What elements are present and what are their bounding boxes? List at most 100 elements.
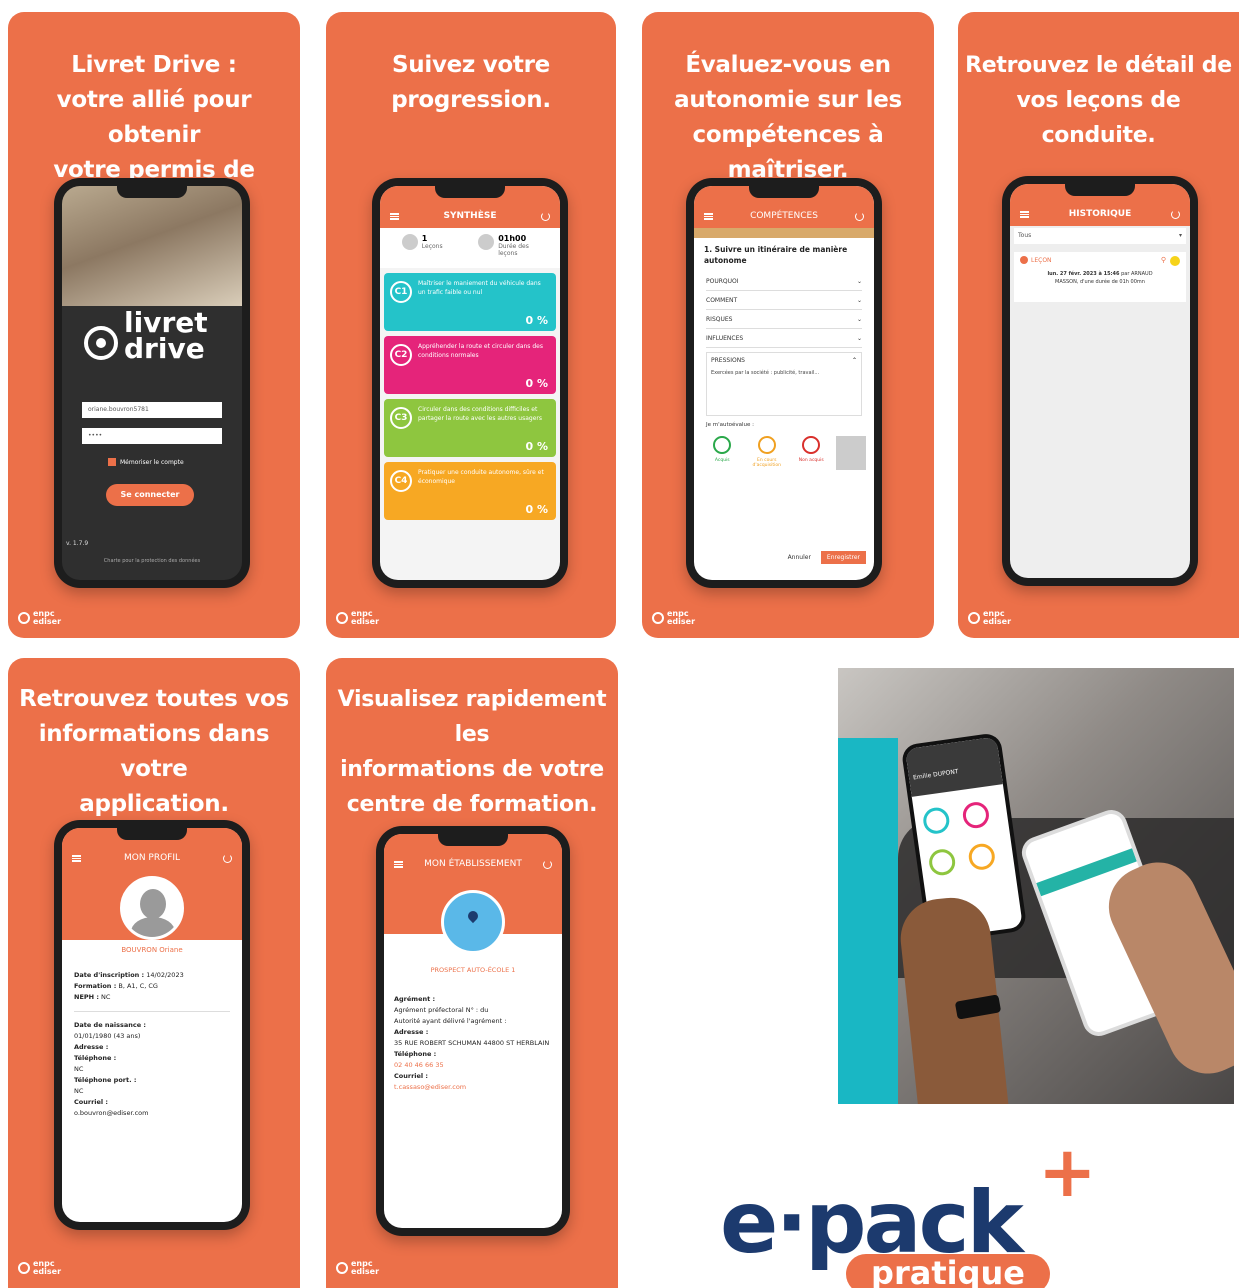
- accordion-row[interactable]: INFLUENCES ⌄: [706, 329, 862, 348]
- phone-notch: [117, 826, 187, 840]
- competences-screen: COMPÉTENCES 1. Suivre un itinéraire de m…: [694, 186, 874, 580]
- competence-text: Pratiquer une conduite autonome, sûre et…: [418, 469, 544, 485]
- rating-non-acquis[interactable]: Non acquis: [791, 436, 831, 470]
- synthese-screen: SYNTHÈSE 1 Leçons 01h00 Durée des leçons C…: [380, 186, 560, 580]
- remember-checkbox[interactable]: Mémoriser le compte: [108, 458, 184, 466]
- profile-name: BOUVRON Oriane: [121, 946, 183, 954]
- cancel-button[interactable]: Annuler: [788, 554, 811, 561]
- menu-icon[interactable]: [1020, 210, 1029, 218]
- accordion-row[interactable]: COMMENT ⌄: [706, 291, 862, 310]
- neutral-face-icon: [757, 436, 776, 454]
- card-historique: Retrouvez le détail de vos leçons de con…: [958, 12, 1239, 638]
- hero-photo: [62, 186, 242, 306]
- power-icon[interactable]: [542, 859, 552, 869]
- app-bar: COMPÉTENCES: [694, 204, 874, 228]
- profil-screen: MON PROFIL BOUVRON Oriane Date d'inscrip…: [62, 828, 242, 1222]
- app-bar: SYNTHÈSE: [380, 204, 560, 228]
- enpc-ediser-logo: enpc ediser: [336, 610, 379, 626]
- menu-icon[interactable]: [704, 212, 713, 220]
- menu-icon[interactable]: [390, 212, 399, 220]
- enpc-ediser-logo: enpc ediser: [336, 1260, 379, 1276]
- phone-mockup: MON PROFIL BOUVRON Oriane Date d'inscrip…: [54, 820, 250, 1230]
- competence-percent: 0 %: [525, 503, 548, 516]
- school-name: PROSPECT AUTO-ÉCOLE 1: [430, 966, 516, 974]
- version-label: v. 1.7.9: [66, 540, 89, 547]
- login-screen: livret drive oriane.bouvron5781 •••• Mém…: [62, 186, 242, 580]
- chevron-down-icon: ⌄: [856, 315, 862, 323]
- power-icon[interactable]: [540, 211, 550, 221]
- accordion-row[interactable]: RISQUES ⌄: [706, 310, 862, 329]
- competence-badge: C4: [390, 470, 412, 492]
- accordion-row[interactable]: POURQUOI ⌄: [706, 272, 862, 291]
- footer-link[interactable]: Charte pour la protection des données: [62, 558, 242, 564]
- hands-phones-photo: Emilie DUPONT: [838, 668, 1234, 1104]
- brand-icon: [18, 1262, 30, 1274]
- save-button[interactable]: Enregistrer: [820, 551, 866, 564]
- enpc-ediser-logo: enpc ediser: [652, 610, 695, 626]
- search-icon[interactable]: ⚲: [1161, 256, 1166, 264]
- competence-percent: 0 %: [525, 314, 548, 327]
- chevron-down-icon: ⌄: [856, 334, 862, 342]
- competence-percent: 0 %: [525, 377, 548, 390]
- username-input[interactable]: oriane.bouvron5781: [82, 402, 222, 418]
- profile-info: Date d'inscription : 14/02/2023 Formatio…: [62, 954, 242, 1119]
- brand-icon: [336, 1262, 348, 1274]
- brand-icon: [652, 612, 664, 624]
- map-pin-icon: [465, 908, 481, 924]
- app-bar: MON PROFIL: [62, 846, 242, 870]
- card-title: Retrouvez le détail de vos leçons de con…: [965, 53, 1232, 148]
- avatar: [120, 876, 184, 940]
- power-icon[interactable]: [1170, 209, 1180, 219]
- location-avatar: [441, 890, 505, 954]
- stats-row: 1 Leçons 01h00 Durée des leçons: [380, 228, 560, 268]
- card-synthese: Suivez votre progression. SYNTHÈSE 1 Leço…: [326, 12, 616, 638]
- historique-screen: HISTORIQUE Tous ▾ LEÇON ⚲ lun. 27 févr. 2…: [1010, 184, 1190, 578]
- filter-select[interactable]: Tous ▾: [1014, 228, 1186, 244]
- chevron-down-icon: ▾: [1178, 232, 1182, 239]
- phone-mockup: livret drive oriane.bouvron5781 •••• Mém…: [54, 178, 250, 588]
- epack-plus: +: [1038, 1140, 1097, 1213]
- card-title: Suivez votre progression.: [391, 52, 551, 113]
- lessons-stat: 1 Leçons: [401, 234, 443, 262]
- accordion: POURQUOI ⌄ COMMENT ⌄ RISQUES ⌄ INFLUENCES ⌄: [694, 272, 874, 348]
- school-email-link[interactable]: t.cassaso@ediser.com: [394, 1082, 552, 1093]
- open-row[interactable]: PRESSIONS ⌃ Exercées par la société : pub…: [706, 352, 862, 416]
- rating-en-cours[interactable]: En cours d'acquisition: [747, 436, 787, 470]
- card-title: Retrouvez toutes vos informations dans v…: [19, 686, 289, 817]
- accordion-label: RISQUES: [706, 315, 733, 323]
- competence-tile[interactable]: C2 Appréhender la route et circuler dans …: [384, 336, 556, 394]
- connect-button[interactable]: Se connecter: [106, 484, 194, 506]
- competence-tile[interactable]: C3 Circuler dans des conditions difficile…: [384, 399, 556, 457]
- tab-strip: [694, 228, 874, 238]
- brand-icon: [18, 612, 30, 624]
- card-login: Livret Drive : votre allié pour obtenir …: [8, 12, 300, 638]
- rating-not-set[interactable]: [835, 436, 866, 470]
- brand-icon: [336, 612, 348, 624]
- enpc-ediser-logo: enpc ediser: [18, 610, 61, 626]
- phone-mockup: HISTORIQUE Tous ▾ LEÇON ⚲ lun. 27 févr. 2…: [1002, 176, 1198, 586]
- sad-face-icon: [802, 436, 821, 454]
- power-icon[interactable]: [223, 853, 232, 863]
- power-icon[interactable]: [854, 211, 864, 221]
- competence-heading: 1. Suivre un itinéraire de manière auton…: [704, 245, 848, 265]
- accordion-label: POURQUOI: [706, 277, 739, 285]
- card-etablissement: Visualisez rapidement les informations d…: [326, 658, 618, 1288]
- app-bar: MON ÉTABLISSEMENT: [384, 852, 562, 876]
- menu-icon[interactable]: [394, 860, 403, 868]
- teal-band: [838, 738, 898, 1104]
- phone-notch: [435, 184, 505, 198]
- menu-icon[interactable]: [72, 854, 81, 862]
- phone-mockup: COMPÉTENCES 1. Suivre un itinéraire de m…: [686, 178, 882, 588]
- rating-acquis[interactable]: Acquis: [702, 436, 742, 470]
- duration-stat: 01h00 Durée des leçons: [478, 234, 538, 262]
- competence-percent: 0 %: [525, 440, 548, 453]
- lesson-entry[interactable]: LEÇON ⚲ lun. 27 févr. 2023 à 15:46 par A…: [1014, 252, 1186, 302]
- happy-face-icon: [713, 436, 732, 454]
- school-phone-link[interactable]: 02 40 46 66 35: [394, 1060, 552, 1071]
- competence-tile[interactable]: C1 Maîtriser le maniement du véhicule dan…: [384, 273, 556, 331]
- competence-tiles: C1 Maîtriser le maniement du véhicule dan…: [380, 273, 560, 520]
- competence-badge: C1: [390, 281, 412, 303]
- lessons-icon: [401, 234, 418, 250]
- competence-tile[interactable]: C4 Pratiquer une conduite autonome, sûre …: [384, 462, 556, 520]
- password-input[interactable]: ••••: [82, 428, 222, 444]
